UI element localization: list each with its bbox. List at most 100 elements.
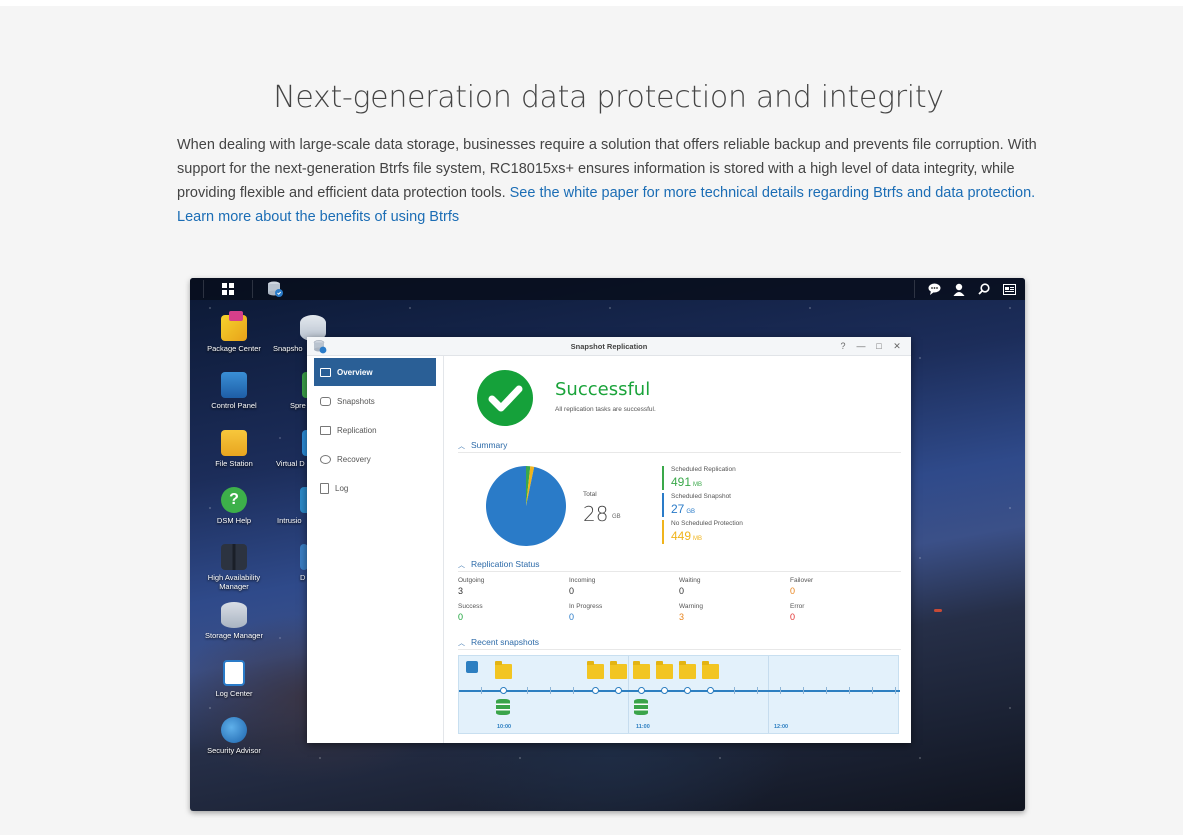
snapshot-replication-icon	[268, 281, 283, 297]
timeline-tick	[872, 687, 873, 694]
timeline-time-label: 12:00	[774, 724, 789, 730]
taskbar	[190, 278, 1025, 300]
nav-log[interactable]: Log	[314, 474, 436, 502]
widgets-button[interactable]	[996, 278, 1022, 300]
timeline-tick	[527, 687, 528, 694]
calendar-icon[interactable]	[466, 661, 478, 673]
snapshot-folder-icon[interactable]	[495, 661, 512, 679]
desktop-icon-label: File Station	[215, 459, 253, 468]
snapshot-replication-taskbar-button[interactable]	[262, 278, 288, 300]
nav-label: Log	[335, 483, 349, 493]
section-divider	[458, 452, 901, 453]
timeline-hour-divider	[768, 656, 769, 733]
snapshot-folder-icon[interactable]	[679, 661, 696, 679]
nav-label: Snapshots	[337, 396, 375, 406]
user-button[interactable]	[946, 278, 972, 300]
status-cell-success: Success 0	[458, 603, 558, 622]
timeline-tick	[780, 687, 781, 694]
desktop-icon-label: D	[300, 573, 306, 582]
desktop-icon-file-station[interactable]: File Station	[194, 430, 274, 468]
search-button[interactable]	[971, 278, 997, 300]
status-value: 0	[790, 612, 796, 622]
close-button[interactable]: ✕	[891, 340, 903, 352]
nav-label: Recovery	[337, 454, 371, 464]
recovery-icon	[320, 454, 331, 464]
legend-no-scheduled-protection: No Scheduled Protection 449 MB	[662, 520, 772, 544]
nav-snapshots[interactable]: Snapshots	[314, 387, 436, 415]
timeline-node[interactable]	[707, 687, 714, 694]
recent-snapshots-section-toggle[interactable]: ︿ Recent snapshots	[458, 637, 539, 648]
desktop-icon-virtual-drive[interactable]: Virtual D	[276, 430, 328, 468]
legend-number: 449	[671, 529, 692, 543]
desktop-icon-label: Package Center	[207, 344, 261, 353]
nav-recovery[interactable]: Recovery	[314, 445, 436, 473]
whitepaper-link[interactable]: See the white paper for more technical d…	[510, 185, 1036, 201]
timeline-node[interactable]	[684, 687, 691, 694]
status-value: 0	[569, 586, 575, 596]
snapshot-folder-icon[interactable]	[633, 661, 650, 679]
section-divider	[458, 571, 901, 572]
snapshot-folder-icon[interactable]	[702, 661, 719, 679]
snapshot-folder-icon[interactable]	[587, 661, 604, 679]
desktop-icon-intrusion[interactable]: Intrusio	[277, 487, 326, 525]
window-title: Snapshot Replication	[570, 342, 648, 351]
legend-unit: GB	[686, 509, 696, 515]
status-subtitle: All replication tasks are successful.	[555, 406, 656, 413]
status-cell-outgoing: Outgoing 3	[458, 577, 558, 596]
status-value: 0	[458, 612, 464, 622]
replication-status-section-toggle[interactable]: ︿ Replication Status	[458, 559, 540, 570]
timeline-tick	[826, 687, 827, 694]
desktop-icon-label: Virtual D	[276, 459, 305, 468]
main-menu-button[interactable]	[215, 278, 241, 300]
timeline-node[interactable]	[661, 687, 668, 694]
notifications-button[interactable]	[921, 278, 947, 300]
help-icon: ?	[221, 487, 247, 513]
desktop-icon-high-availability[interactable]: High Availability Manager	[194, 544, 274, 591]
summary-section-toggle[interactable]: ︿ Summary	[458, 440, 507, 451]
nav-overview[interactable]: Overview	[314, 358, 436, 386]
timeline-node[interactable]	[592, 687, 599, 694]
desktop-icon-package-center[interactable]: Package Center	[194, 311, 274, 353]
desktop-icon-log-center[interactable]: Log Center	[194, 660, 274, 698]
replication-database-icon[interactable]	[496, 699, 510, 715]
log-icon	[320, 482, 329, 494]
chevron-up-icon: ︿	[458, 562, 465, 569]
maximize-button[interactable]: □	[873, 340, 885, 352]
timeline-node[interactable]	[638, 687, 645, 694]
window-titlebar[interactable]: Snapshot Replication ? — □ ✕	[307, 337, 911, 356]
timeline-time-label: 10:00	[497, 724, 512, 730]
legend-number: 27	[671, 502, 685, 516]
camera-icon	[320, 396, 331, 406]
help-button[interactable]: ?	[837, 340, 849, 352]
file-station-icon	[221, 430, 247, 456]
horizon-light	[934, 609, 942, 612]
replication-database-icon[interactable]	[634, 699, 648, 715]
status-cell-incoming: Incoming 0	[569, 577, 669, 596]
snapshot-folder-icon[interactable]	[656, 661, 673, 679]
legend-unit: MB	[693, 536, 703, 542]
legend-label: Scheduled Snapshot	[671, 493, 731, 500]
desktop-icon-security-advisor[interactable]: Security Advisor	[194, 717, 274, 755]
legend-scheduled-snapshot: Scheduled Snapshot 27 GB	[662, 493, 772, 517]
btrfs-benefits-link[interactable]: Learn more about the benefits of using B…	[177, 209, 459, 225]
desktop-icon-control-panel[interactable]: Control Panel	[194, 372, 274, 410]
timeline-time-label: 11:00	[636, 724, 650, 730]
desktop-icon-label: Control Panel	[211, 401, 257, 410]
snapshot-timeline[interactable]: 10:00 11:00 12:00	[458, 655, 900, 734]
overview-icon	[320, 367, 331, 377]
timeline-node[interactable]	[615, 687, 622, 694]
snapshot-folder-icon[interactable]	[610, 661, 627, 679]
desktop-icon-label: DSM Help	[216, 516, 252, 525]
desktop-icon-label: Log Center	[215, 689, 253, 698]
status-label: Outgoing	[458, 577, 485, 584]
nav-replication[interactable]: Replication	[314, 416, 436, 444]
timeline-hour-divider	[628, 656, 629, 733]
chevron-up-icon: ︿	[458, 640, 465, 647]
summary-heading: Summary	[471, 440, 508, 450]
desktop-icon-storage-manager[interactable]: Storage Manager	[194, 602, 274, 640]
timeline-node[interactable]	[500, 687, 507, 694]
timeline-axis	[459, 690, 900, 692]
desktop-icon-dsm-help[interactable]: ? DSM Help	[194, 487, 274, 525]
minimize-button[interactable]: —	[855, 340, 867, 352]
timeline-tick	[803, 687, 804, 694]
